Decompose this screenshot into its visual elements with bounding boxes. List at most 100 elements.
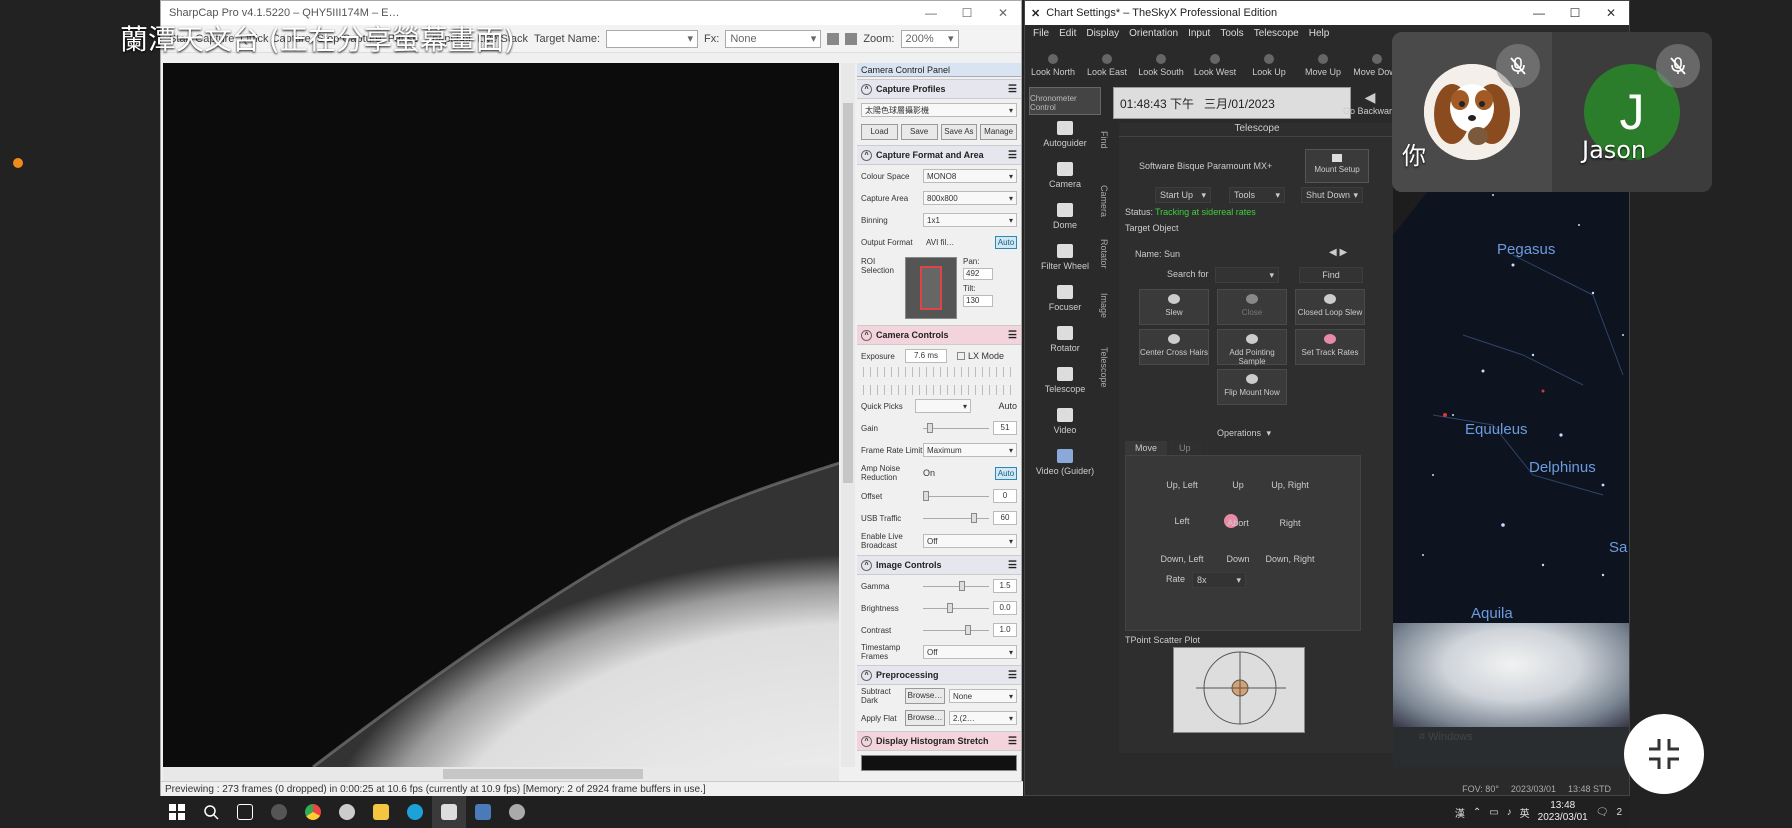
capture-area-select[interactable]: 800x800 ▾ bbox=[923, 191, 1017, 205]
gain-slider[interactable] bbox=[923, 421, 989, 435]
collapse-icon[interactable]: ^ bbox=[861, 669, 872, 681]
amp-noise-auto-button[interactable]: Auto bbox=[995, 466, 1017, 480]
theskyx-taskbar-icon[interactable] bbox=[432, 796, 466, 828]
binning-select[interactable]: 1x1 ▾ bbox=[923, 213, 1017, 227]
set-track-rates-button[interactable]: Set Track Rates bbox=[1295, 329, 1365, 365]
search-icon[interactable] bbox=[194, 796, 228, 828]
look-north-button[interactable]: Look North bbox=[1029, 54, 1077, 77]
save-as-profile-button[interactable]: Save As bbox=[940, 124, 978, 140]
move-up-left-button[interactable]: Up, Left bbox=[1152, 480, 1212, 490]
histogram-display[interactable] bbox=[861, 755, 1017, 771]
gamma-slider[interactable] bbox=[923, 579, 989, 593]
menu-display[interactable]: Display bbox=[1086, 28, 1119, 39]
gamma-input[interactable]: 1.5 bbox=[993, 579, 1017, 593]
date-time-display[interactable]: 01:48:43 下午 三月/01/2023 bbox=[1113, 87, 1351, 119]
exposure-input[interactable]: 7.6 ms bbox=[905, 349, 947, 363]
roi-rectangle[interactable] bbox=[920, 266, 942, 310]
look-south-button[interactable]: Look South bbox=[1137, 54, 1185, 77]
app-icon[interactable] bbox=[330, 796, 364, 828]
menu-icon[interactable]: ☰ bbox=[1008, 670, 1017, 681]
exposure-fine-slider[interactable] bbox=[863, 385, 1015, 395]
rate-select[interactable]: 8x ▾ bbox=[1192, 572, 1246, 588]
camera-tool[interactable]: Camera bbox=[1029, 162, 1101, 199]
collapse-icon[interactable]: ^ bbox=[861, 735, 872, 747]
menu-input[interactable]: Input bbox=[1188, 28, 1210, 39]
maximize-icon[interactable]: ☐ bbox=[949, 6, 985, 20]
histogram-header[interactable]: ^ Display Histogram Stretch ☰ bbox=[857, 731, 1021, 751]
tab-up[interactable]: Up bbox=[1169, 441, 1201, 455]
chevron-right-icon[interactable]: ▶ bbox=[1339, 247, 1347, 258]
gain-input[interactable]: 51 bbox=[993, 421, 1017, 435]
menu-icon[interactable]: ☰ bbox=[1008, 736, 1017, 747]
participant-tile-jason[interactable]: J Jason bbox=[1552, 32, 1712, 192]
collapse-icon[interactable]: ^ bbox=[861, 329, 872, 341]
look-up-button[interactable]: Look Up bbox=[1245, 54, 1293, 77]
contrast-input[interactable]: 1.0 bbox=[993, 623, 1017, 637]
menu-icon[interactable]: ☰ bbox=[1008, 84, 1017, 95]
output-format-value[interactable]: AVI fil… bbox=[923, 235, 995, 249]
capture-profiles-header[interactable]: ^ Capture Profiles ☰ bbox=[857, 79, 1021, 99]
profile-select[interactable]: 太陽色球層攝影機 ▾ bbox=[861, 103, 1017, 117]
colour-space-select[interactable]: MONO8 ▾ bbox=[923, 169, 1017, 183]
telescope-tool[interactable]: Telescope bbox=[1029, 367, 1101, 404]
sharpcap-taskbar-icon[interactable] bbox=[466, 796, 500, 828]
timestamp-select[interactable]: Off ▾ bbox=[923, 645, 1017, 659]
usb-traffic-input[interactable]: 60 bbox=[993, 511, 1017, 525]
ime-mode[interactable]: 漢 bbox=[1455, 805, 1465, 820]
chevron-left-icon[interactable]: ◀ bbox=[1329, 247, 1337, 258]
add-pointing-sample-button[interactable]: Add Pointing Sample bbox=[1217, 329, 1287, 366]
tab-telescope[interactable]: Telescope bbox=[1099, 347, 1109, 395]
search-input[interactable]: ▾ bbox=[1215, 267, 1279, 283]
menu-orientation[interactable]: Orientation bbox=[1129, 28, 1178, 39]
roi-selector[interactable] bbox=[905, 257, 957, 319]
live-broadcast-select[interactable]: Off ▾ bbox=[923, 534, 1017, 548]
stop-icon[interactable] bbox=[827, 32, 840, 45]
taskbar-clock[interactable]: 13:48 2023/03/01 bbox=[1538, 800, 1588, 824]
focuser-tool[interactable]: Focuser bbox=[1029, 285, 1101, 322]
collapse-icon[interactable]: ^ bbox=[861, 559, 872, 571]
filter-wheel-tool[interactable]: Filter Wheel bbox=[1029, 244, 1101, 281]
offset-input[interactable]: 0 bbox=[993, 489, 1017, 503]
target-name-input[interactable]: ▾ bbox=[606, 29, 699, 48]
menu-help[interactable]: Help bbox=[1309, 28, 1330, 39]
target-nav-arrows[interactable]: ◀ ▶ bbox=[1329, 247, 1347, 258]
edge-icon[interactable] bbox=[398, 796, 432, 828]
tab-rotator[interactable]: Rotator bbox=[1099, 239, 1109, 287]
contrast-slider[interactable] bbox=[923, 623, 989, 637]
input-language[interactable]: 英 bbox=[1520, 805, 1530, 820]
video-tool[interactable]: Video bbox=[1029, 408, 1101, 445]
video-guider-tool[interactable]: Video (Guider) bbox=[1029, 449, 1101, 486]
chronometer-button[interactable]: Chronometer Control bbox=[1029, 87, 1101, 115]
move-right-button[interactable]: Right bbox=[1260, 518, 1320, 528]
menu-icon[interactable]: ☰ bbox=[1008, 150, 1017, 161]
dome-tool[interactable]: Dome bbox=[1029, 203, 1101, 240]
apply-flat-select[interactable]: 2.(2… ▾ bbox=[949, 711, 1017, 725]
minimize-icon[interactable]: — bbox=[913, 6, 949, 20]
preprocessing-header[interactable]: ^ Preprocessing ☰ bbox=[857, 665, 1021, 685]
menu-tools[interactable]: Tools bbox=[1220, 28, 1243, 39]
tab-find[interactable]: Find bbox=[1099, 131, 1109, 179]
menu-icon[interactable]: ☰ bbox=[1008, 560, 1017, 571]
tab-move[interactable]: Move bbox=[1125, 441, 1168, 455]
abort-button[interactable]: Abort bbox=[1208, 518, 1268, 528]
network-icon[interactable]: ▭ bbox=[1489, 807, 1498, 818]
square-icon[interactable] bbox=[845, 32, 858, 45]
look-east-button[interactable]: Look East bbox=[1083, 54, 1131, 77]
quick-picks-select[interactable]: ▾ bbox=[915, 399, 971, 413]
pan-input[interactable]: 492 bbox=[963, 268, 993, 280]
move-up-right-button[interactable]: Up, Right bbox=[1260, 480, 1320, 490]
save-profile-button[interactable]: Save bbox=[900, 124, 938, 140]
tab-camera[interactable]: Camera bbox=[1099, 185, 1109, 233]
usb-traffic-slider[interactable] bbox=[923, 511, 989, 525]
manage-profile-button[interactable]: Manage bbox=[980, 124, 1017, 140]
move-down-right-button[interactable]: Down, Right bbox=[1260, 554, 1320, 564]
close-icon[interactable]: ✕ bbox=[1593, 6, 1629, 20]
collapse-icon[interactable]: ^ bbox=[861, 149, 872, 161]
apply-flat-browse-button[interactable]: Browse… bbox=[905, 710, 945, 726]
menu-telescope[interactable]: Telescope bbox=[1254, 28, 1299, 39]
camera-controls-header[interactable]: ^ Camera Controls ☰ bbox=[857, 325, 1021, 345]
task-view-icon[interactable] bbox=[228, 796, 262, 828]
zoom-select[interactable]: 200% ▾ bbox=[900, 29, 959, 48]
exit-fullscreen-button[interactable] bbox=[1624, 714, 1704, 794]
frame-rate-select[interactable]: Maximum ▾ bbox=[923, 443, 1017, 457]
